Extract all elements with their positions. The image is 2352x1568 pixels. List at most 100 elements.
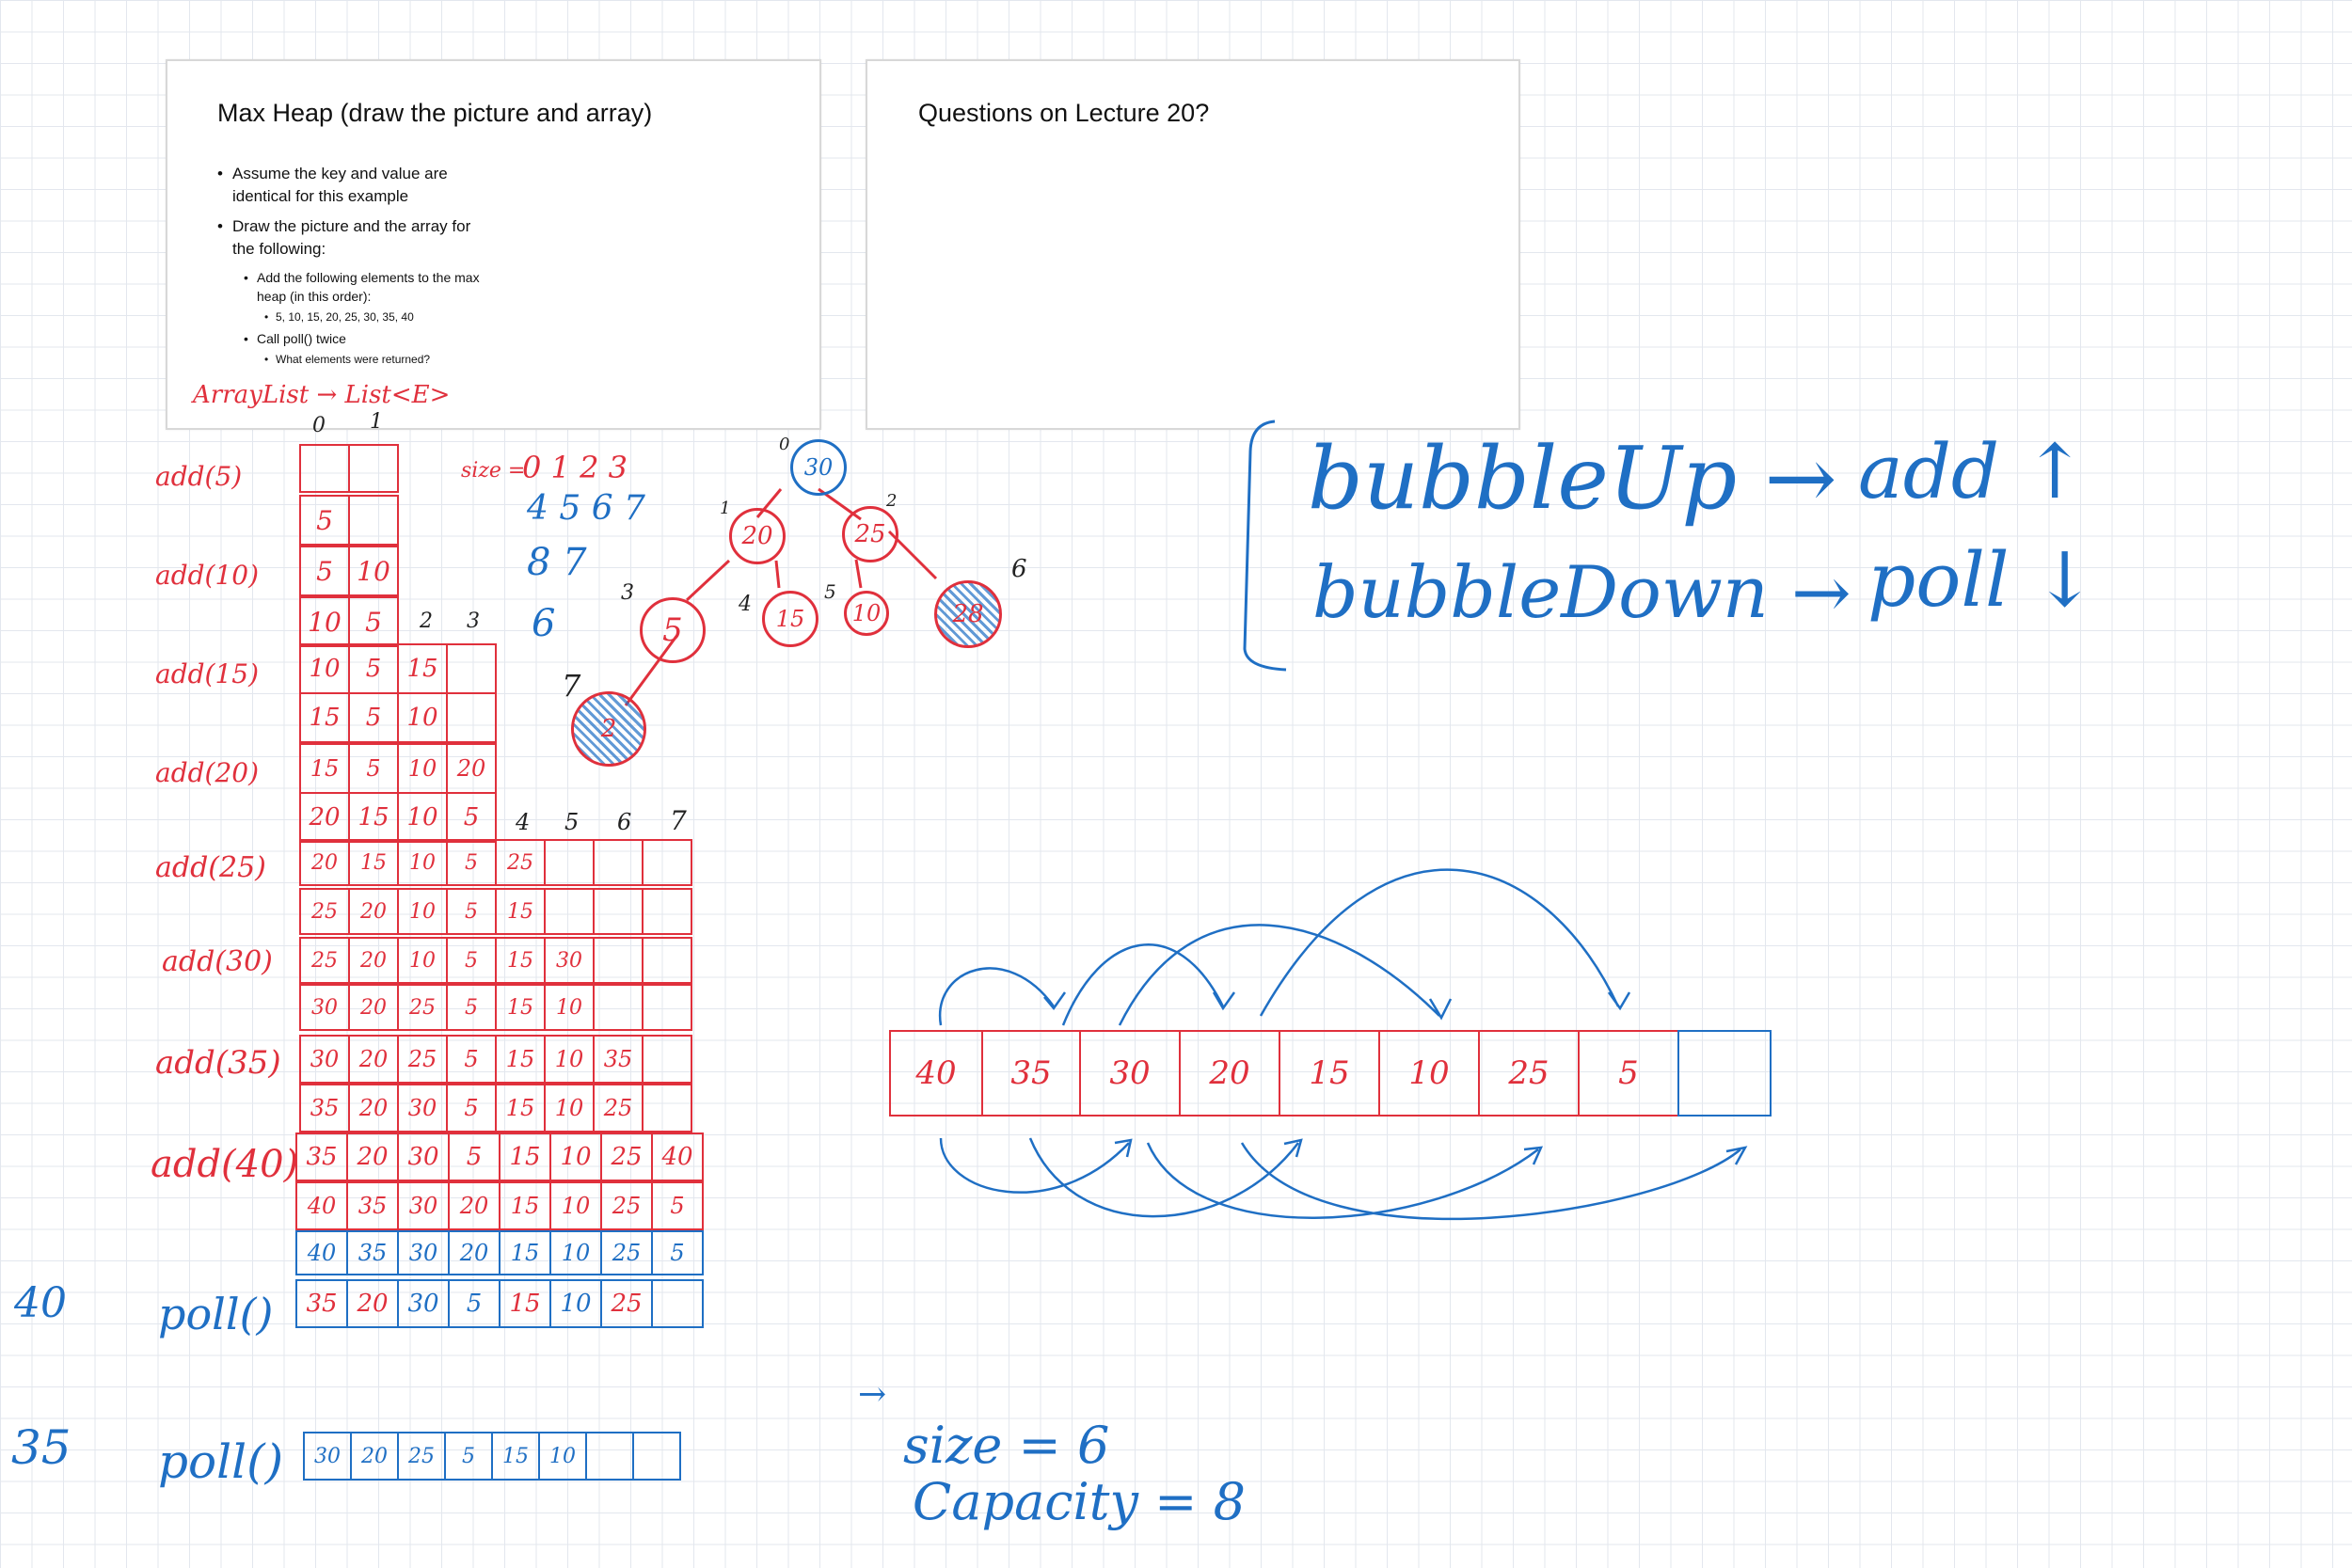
tree-index: 7 (562, 668, 581, 704)
array-cell: 20 (346, 1132, 399, 1181)
array-cell: 10 (549, 1230, 602, 1275)
array-cell: 5 (446, 937, 497, 984)
array-cell: 10 (549, 1181, 602, 1230)
array-cell (544, 888, 595, 935)
array-cell: 20 (348, 1084, 399, 1132)
heap-node: 28 (934, 580, 1002, 648)
array-row-poll: 35 20 30 5 15 10 25 (295, 1279, 704, 1328)
array-cell: 20 (299, 792, 350, 843)
slide-title: Max Heap (draw the picture and array) (217, 99, 653, 127)
array-cell: 10 (397, 839, 448, 886)
array-cell: 10 (544, 1084, 595, 1132)
big-array-cell (1677, 1030, 1772, 1117)
slide-questions: Questions on Lecture 20? (866, 59, 1520, 430)
array-row: 30 20 25 5 15 10 (299, 984, 692, 1031)
array-cell: 30 (397, 1230, 450, 1275)
array-row: 20 15 10 5 (299, 792, 497, 843)
bullet-assume: Assume the key and value are identical f… (217, 163, 477, 208)
array-cell: 25 (397, 1432, 446, 1481)
array-cell: 30 (397, 1279, 450, 1328)
array-cell: 10 (397, 792, 448, 843)
array-cell: 15 (495, 984, 546, 1031)
tree-index: 6 (1011, 555, 1027, 583)
array-cell: 25 (600, 1279, 653, 1328)
array-cell (593, 888, 644, 935)
array-row: 35 20 30 5 15 10 25 (299, 1084, 692, 1132)
array-cell: 5 (348, 743, 399, 794)
size-sequence-4: 6 (532, 602, 556, 645)
array-cell: 30 (397, 1132, 450, 1181)
array-cell (585, 1432, 634, 1481)
array-cell: 15 (495, 1035, 546, 1084)
array-cell: 20 (348, 1035, 399, 1084)
array-cell (642, 839, 692, 886)
array-cell: 5 (651, 1230, 704, 1275)
array-cell (446, 643, 497, 694)
sub-bullet-values: 5, 10, 15, 20, 25, 30, 35, 40 (264, 309, 492, 325)
array-cell: 15 (299, 692, 350, 743)
array-row: 40 35 30 20 15 10 25 5 (295, 1181, 704, 1230)
heap-node: 30 (790, 439, 847, 496)
array-cell: 40 (295, 1230, 348, 1275)
array-cell: 35 (295, 1132, 348, 1181)
array-cell (642, 937, 692, 984)
array-cell: 25 (600, 1230, 653, 1275)
array-cell: 25 (593, 1084, 644, 1132)
array-cell: 10 (549, 1279, 602, 1328)
big-array: 40 35 30 20 15 10 25 5 (889, 1030, 1772, 1117)
array-row: 25 20 10 5 15 30 (299, 937, 692, 984)
slide-bullets: Assume the key and value are identical f… (217, 163, 492, 372)
array-cell: 30 (299, 1035, 350, 1084)
size-label: size = (461, 459, 526, 483)
op-add-5: add(5) (155, 461, 243, 492)
array-cell: 15 (495, 1084, 546, 1132)
heap-node: 10 (844, 591, 889, 636)
array-cell: 10 (397, 692, 448, 743)
index-label: 1 (370, 410, 383, 434)
array-cell: 30 (299, 984, 350, 1031)
array-cell: 10 (299, 643, 350, 694)
array-cell (348, 495, 399, 546)
array-cell (651, 1279, 704, 1328)
array-cell: 35 (346, 1181, 399, 1230)
sub-bullet-poll: Call poll() twice (244, 329, 492, 348)
array-cell: 20 (448, 1230, 501, 1275)
op-add-10: add(10) (155, 560, 260, 591)
array-cell: 20 (348, 888, 399, 935)
index-label: 3 (467, 610, 480, 633)
array-cell: 20 (446, 743, 497, 794)
array-cell (348, 444, 399, 493)
slide-max-heap: Max Heap (draw the picture and array) As… (166, 59, 821, 430)
slide-title: Questions on Lecture 20? (918, 99, 1210, 127)
array-cell: 30 (544, 937, 595, 984)
array-cell: 25 (600, 1132, 653, 1181)
array-cell: 5 (448, 1132, 501, 1181)
array-cell: 5 (448, 1279, 501, 1328)
array-cell: 5 (299, 546, 350, 596)
big-array-cell: 5 (1578, 1030, 1679, 1117)
array-cell (593, 984, 644, 1031)
bubble-up-target: add ↑ (1858, 428, 2087, 515)
bracket-icon (1243, 420, 1287, 672)
index-label: 5 (564, 809, 580, 835)
array-cell: 10 (397, 743, 448, 794)
array-cell: 5 (299, 495, 350, 546)
big-array-cell: 35 (981, 1030, 1081, 1117)
array-cell: 20 (348, 984, 399, 1031)
array-cell: 10 (397, 937, 448, 984)
sub-bullet-returned: What elements were returned? (264, 352, 492, 368)
returned-35: 35 (11, 1420, 72, 1475)
array-row: 20 15 10 5 25 (299, 839, 692, 886)
array-cell: 5 (651, 1181, 704, 1230)
array-cell: 35 (295, 1279, 348, 1328)
array-cell: 25 (397, 1035, 448, 1084)
array-row: 10 5 15 (299, 643, 497, 694)
big-array-cell: 40 (889, 1030, 983, 1117)
array-cell: 15 (299, 743, 350, 794)
array-cell (642, 1084, 692, 1132)
array-cell: 20 (350, 1432, 399, 1481)
array-cell (642, 984, 692, 1031)
array-cell (642, 888, 692, 935)
tree-index: 0 (779, 435, 790, 454)
heap-node: 15 (762, 591, 818, 647)
